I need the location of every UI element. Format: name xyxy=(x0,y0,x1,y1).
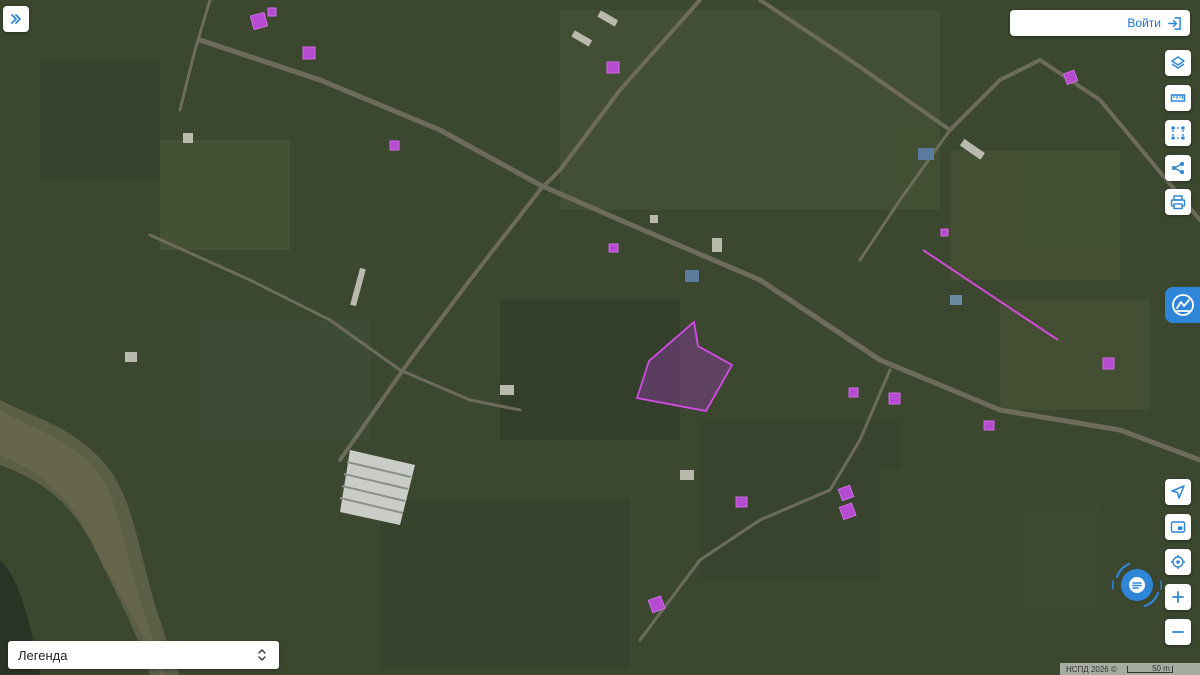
share-button[interactable] xyxy=(1165,155,1191,181)
chat-icon xyxy=(1129,577,1145,593)
attribution-text: НСПД 2026 © xyxy=(1066,664,1117,674)
navigate-button[interactable] xyxy=(1165,479,1191,505)
expand-panel-button[interactable] xyxy=(3,6,29,32)
map-attribution: НСПД 2026 © 50 m xyxy=(1060,663,1200,675)
satellite-map[interactable] xyxy=(0,0,1200,675)
navigate-icon xyxy=(1171,485,1185,499)
zoom-in-icon xyxy=(1172,591,1184,603)
login-label: Войти xyxy=(1127,16,1161,30)
login-icon xyxy=(1168,16,1181,30)
chevron-up-down-icon xyxy=(258,649,266,661)
chat-widget[interactable] xyxy=(1109,557,1165,613)
legend-dropdown[interactable]: Легенда xyxy=(8,641,279,669)
legend-label: Легенда xyxy=(18,647,68,663)
area-select-icon xyxy=(1171,126,1185,140)
nspd-logo-icon xyxy=(1171,294,1194,316)
zoom-out-icon xyxy=(1172,631,1184,633)
layers-icon xyxy=(1171,56,1185,69)
scale-bar: 50 m xyxy=(1126,664,1173,673)
measure-button[interactable] xyxy=(1165,85,1191,111)
print-icon xyxy=(1170,195,1186,210)
login-button[interactable]: Войти xyxy=(1010,10,1190,36)
minimap-icon xyxy=(1170,521,1186,533)
side-panel-tab[interactable] xyxy=(1165,287,1200,323)
locate-icon xyxy=(1171,555,1185,569)
share-icon xyxy=(1172,162,1184,174)
minimap-button[interactable] xyxy=(1165,514,1191,540)
locate-button[interactable] xyxy=(1165,549,1191,575)
area-select-button[interactable] xyxy=(1165,120,1191,146)
double-chevron-right-icon xyxy=(11,14,21,24)
zoom-in-button[interactable] xyxy=(1165,584,1191,610)
chat-button[interactable] xyxy=(1121,569,1153,601)
zoom-out-button[interactable] xyxy=(1165,619,1191,645)
layers-button[interactable] xyxy=(1165,50,1191,76)
ruler-icon xyxy=(1170,94,1186,102)
print-button[interactable] xyxy=(1165,189,1191,215)
